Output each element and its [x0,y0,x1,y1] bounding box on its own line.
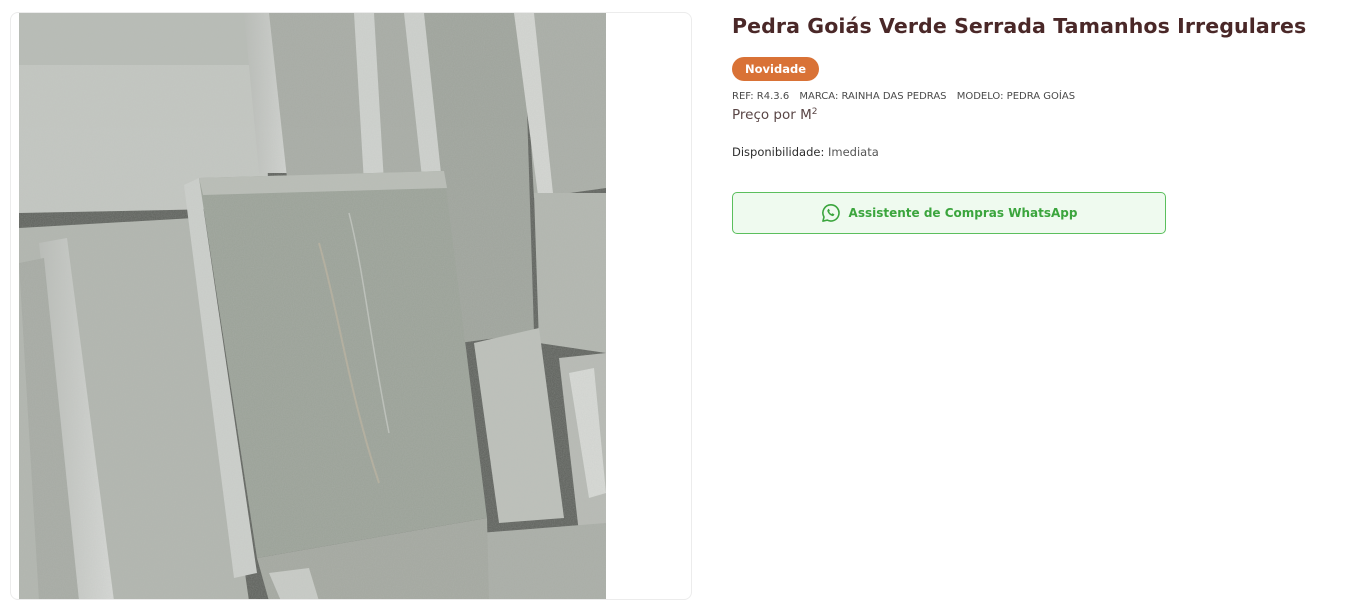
price-unit-label: Preço por M [732,107,812,123]
stone-photo [19,13,606,599]
product-model: MODELO: PEDRA GOÍAS [956,91,1076,102]
availability-value: Imediata [824,145,879,159]
whatsapp-assistant-button[interactable]: Assistente de Compras WhatsApp [732,192,1166,234]
price-unit-superscript: 2 [811,107,818,117]
product-brand[interactable]: MARCA: RAINHA DAS PEDRAS [799,91,946,102]
availability-label: Disponibilidade: [732,145,825,159]
novelty-badge: Novidade [732,57,819,81]
price-unit: Preço por M2 [732,107,818,123]
whatsapp-icon [821,203,841,223]
product-gallery [10,12,692,600]
product-title: Pedra Goiás Verde Serrada Tamanhos Irreg… [732,14,1307,38]
availability: Disponibilidade: Imediata [732,145,879,159]
product-image[interactable] [19,13,606,599]
product-meta: REF: R4.3.6 MARCA: RAINHA DAS PEDRAS MOD… [732,91,1082,102]
whatsapp-button-label: Assistente de Compras WhatsApp [848,206,1078,220]
product-ref: REF: R4.3.6 [732,91,790,102]
